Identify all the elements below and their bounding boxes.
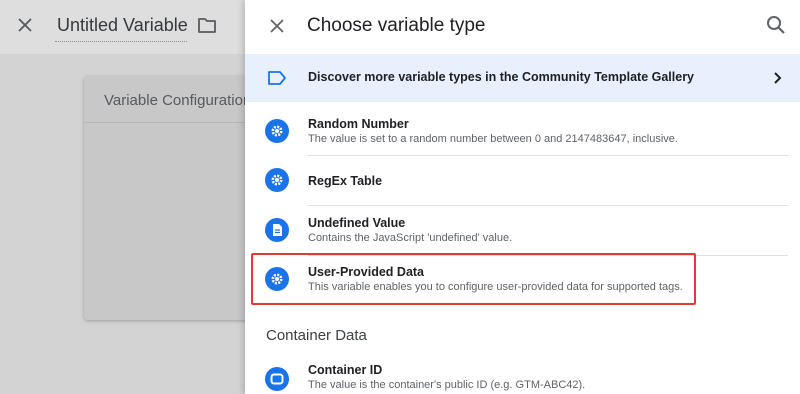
item-name: Undefined Value (308, 216, 406, 230)
item-description: This variable enables you to configure u… (308, 281, 683, 293)
community-template-gallery-link[interactable]: Discover more variable types in the Comm… (245, 54, 800, 102)
variable-type-user-provided-data[interactable]: User-Provided Data This variable enables… (245, 256, 800, 306)
panel-title: Choose variable type (307, 15, 486, 36)
item-description: The value is set to a random number betw… (308, 133, 678, 145)
item-name: Random Number (308, 117, 409, 131)
variable-type-random-number[interactable]: Random Number The value is set to a rand… (245, 102, 800, 156)
item-description: Contains the JavaScript 'undefined' valu… (308, 232, 513, 244)
section-title-container-data: Container Data (266, 327, 367, 344)
container-icon (265, 367, 289, 391)
variable-type-container-id[interactable]: Container ID The value is the container'… (245, 355, 800, 394)
item-name: User-Provided Data (308, 265, 425, 279)
gear-icon (265, 168, 289, 192)
item-name: RegEx Table (308, 174, 383, 188)
close-icon[interactable] (267, 16, 287, 36)
choose-variable-type-panel: Choose variable type Discover more varia… (245, 0, 800, 394)
variable-type-undefined-value[interactable]: Undefined Value Contains the JavaScript … (245, 206, 800, 256)
gallery-link-text: Discover more variable types in the Comm… (308, 70, 695, 84)
search-icon[interactable] (765, 14, 787, 36)
gear-icon (265, 119, 289, 143)
item-description: The value is the container's public ID (… (308, 379, 586, 391)
gear-icon (265, 267, 289, 291)
document-icon (265, 218, 289, 242)
chevron-right-icon (774, 72, 782, 84)
tag-icon (268, 71, 286, 85)
panel-header: Choose variable type (245, 0, 800, 54)
overlay-scrim[interactable] (0, 0, 245, 394)
variable-type-regex-table[interactable]: RegEx Table (245, 156, 800, 205)
item-name: Container ID (308, 363, 383, 377)
